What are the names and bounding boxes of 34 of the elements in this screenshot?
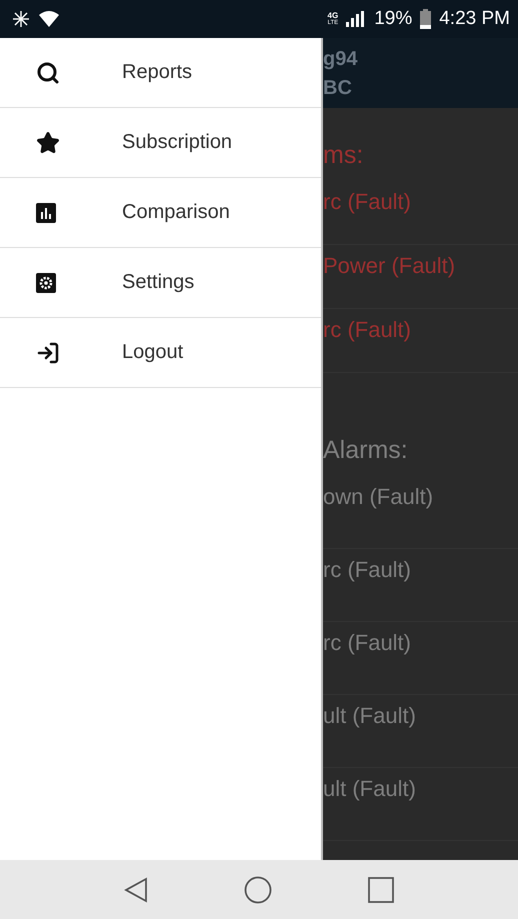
- back-button[interactable]: [124, 876, 148, 902]
- alarm-row: Power (Fault): [323, 245, 518, 309]
- bar-chart-icon: [36, 202, 56, 222]
- drawer-item[interactable]: Subscription: [0, 108, 321, 178]
- section-heading: Alarms:: [323, 435, 409, 466]
- drawer-item[interactable]: Logout: [0, 318, 321, 388]
- alarm-row: rc (Fault): [323, 622, 518, 695]
- alarm-row: rc (Fault): [323, 309, 518, 373]
- recents-icon: [368, 876, 394, 902]
- alarm-row: rc (Fault): [323, 549, 518, 622]
- alarm-row: own (Fault): [323, 476, 518, 549]
- home-button[interactable]: [244, 876, 272, 904]
- alarm-row: ult (Fault): [323, 695, 518, 768]
- drawer-item[interactable]: Comparison: [0, 178, 321, 248]
- recents-button[interactable]: [368, 876, 394, 902]
- drawer-item[interactable]: Reports: [0, 38, 321, 108]
- section-heading: ms:: [323, 140, 364, 171]
- header-text: BC: [323, 77, 353, 100]
- clock-time: 4:23 PM: [439, 8, 510, 30]
- signal-icon: [346, 11, 366, 27]
- header-text: g94: [323, 48, 358, 71]
- alarm-row: rc (Fault): [323, 181, 518, 245]
- settings-icon: [36, 272, 56, 292]
- alarm-row: ult (Fault): [323, 768, 518, 841]
- asterisk-icon: [12, 10, 30, 28]
- home-icon: [244, 876, 272, 904]
- battery-icon: [420, 9, 432, 29]
- battery-percent: 19%: [374, 8, 412, 30]
- star-icon: [36, 130, 60, 154]
- drawer-item[interactable]: Settings: [0, 248, 321, 318]
- search-icon: [36, 60, 60, 84]
- wifi-icon: [38, 10, 60, 28]
- logout-icon: [36, 340, 60, 364]
- back-icon: [124, 876, 148, 902]
